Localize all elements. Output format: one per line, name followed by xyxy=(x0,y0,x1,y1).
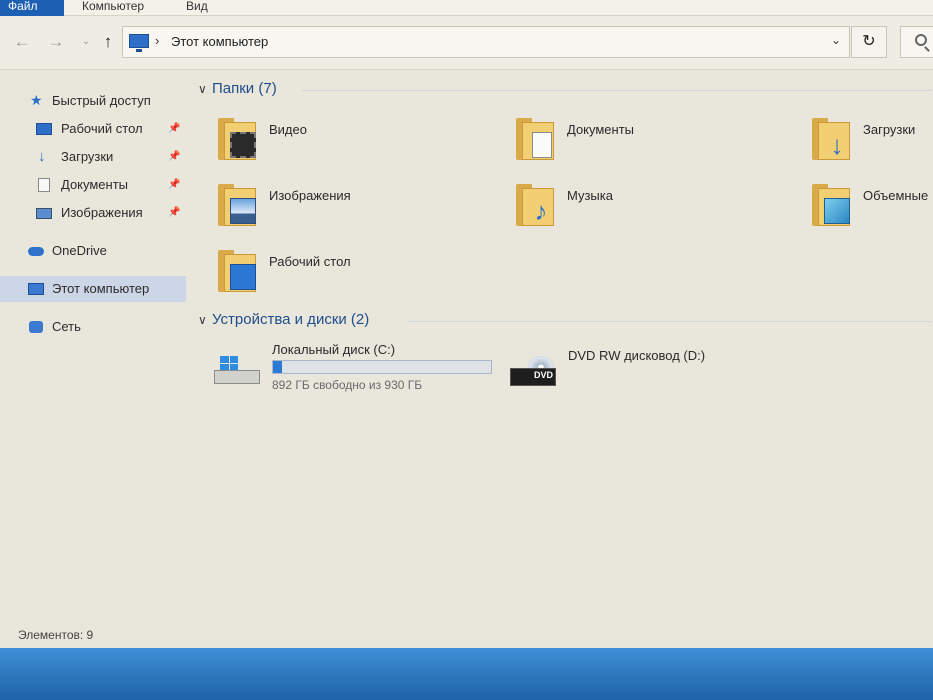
network-icon xyxy=(29,321,43,333)
refresh-button[interactable]: ↻ xyxy=(851,26,887,58)
nav-item-label: Изображения xyxy=(61,205,143,220)
forward-arrow-icon[interactable]: → xyxy=(46,32,66,52)
pin-icon: 📌 xyxy=(168,151,181,162)
folder-label: Документы xyxy=(567,122,635,137)
nav-item-downloads[interactable]: ↓ Загрузки 📌 xyxy=(0,144,186,170)
navigation-pane: ★ Быстрый доступ Рабочий стол 📌 ↓ Загруз… xyxy=(0,72,188,620)
pin-icon: 📌 xyxy=(168,207,181,218)
breadcrumb-separator-icon[interactable]: › xyxy=(155,33,159,48)
status-bar: Элементов: 9 xyxy=(0,624,933,646)
recent-locations-chevron-icon[interactable]: ⌄ xyxy=(76,32,96,52)
folder-label: Объемные xyxy=(863,188,929,203)
folder-3d-objects[interactable]: Объемные xyxy=(808,182,933,238)
refresh-icon: ↻ xyxy=(862,33,876,50)
folder-downloads[interactable]: ↓ Загрузки xyxy=(808,116,933,172)
folder-label: Видео xyxy=(269,122,307,137)
folder-documents[interactable]: Документы xyxy=(512,116,802,172)
nav-network[interactable]: Сеть xyxy=(0,314,186,340)
documents-folder-icon xyxy=(512,116,556,162)
nav-network-label: Сеть xyxy=(52,319,81,334)
this-pc-icon xyxy=(28,283,44,295)
music-folder-icon: ♪ xyxy=(512,182,556,228)
chevron-down-icon: ∨ xyxy=(198,82,207,96)
group-divider xyxy=(302,90,932,91)
desktop-folder-icon xyxy=(214,248,258,294)
nav-item-label: Рабочий стол xyxy=(61,121,143,136)
drive-d-label: DVD RW дисковод (D:) xyxy=(568,348,706,363)
star-icon: ★ xyxy=(30,92,43,108)
dvd-badge: DVD xyxy=(534,370,554,380)
folders-group-header[interactable]: ∨ Папки (7) xyxy=(198,78,277,100)
this-pc-icon xyxy=(129,34,149,52)
pictures-folder-icon xyxy=(214,182,258,228)
nav-quick-access[interactable]: ★ Быстрый доступ xyxy=(0,88,186,114)
navigation-toolbar: ← → ⌄ ↑ › Этот компьютер ⌄ ↻ xyxy=(0,16,933,70)
onedrive-cloud-icon xyxy=(28,247,44,256)
drive-c-usage-bar xyxy=(272,360,492,374)
nav-this-pc-label: Этот компьютер xyxy=(52,281,150,296)
back-arrow-icon[interactable]: ← xyxy=(12,32,32,52)
nav-quick-access-label: Быстрый доступ xyxy=(52,93,151,108)
drives-group-header[interactable]: ∨ Устройства и диски (2) xyxy=(198,309,369,331)
videos-folder-icon xyxy=(214,116,258,162)
drive-c[interactable]: Локальный диск (C:) 892 ГБ свободно из 9… xyxy=(212,342,512,394)
folder-label: Загрузки xyxy=(863,122,916,137)
chevron-down-icon: ∨ xyxy=(198,313,207,327)
folders-group-title: Папки (7) xyxy=(212,80,277,97)
address-bar[interactable]: › Этот компьютер ⌄ xyxy=(122,26,850,58)
folder-desktop[interactable]: Рабочий стол xyxy=(214,248,504,304)
3d-objects-folder-icon xyxy=(808,182,852,228)
tab-computer[interactable]: Компьютер xyxy=(74,0,152,16)
nav-item-label: Загрузки xyxy=(61,149,114,164)
status-item-count: Элементов: 9 xyxy=(18,628,94,642)
nav-onedrive[interactable]: OneDrive xyxy=(0,238,186,264)
downloads-icon: ↓ xyxy=(38,148,46,165)
desktop-icon xyxy=(36,123,52,135)
drive-c-usage-fill xyxy=(273,361,282,373)
pin-icon: 📌 xyxy=(168,123,181,134)
drives-group-title: Устройства и диски (2) xyxy=(212,311,370,328)
drive-c-free-space: 892 ГБ свободно из 930 ГБ xyxy=(272,378,423,392)
windows-drive-icon xyxy=(212,356,262,386)
folder-pictures[interactable]: Изображения xyxy=(214,182,504,238)
windows-logo-icon xyxy=(220,356,238,370)
documents-icon xyxy=(38,178,50,192)
content-pane: ∨ Папки (7) Видео Документы ↓ Загрузки Из… xyxy=(190,72,933,620)
nav-onedrive-label: OneDrive xyxy=(52,243,107,258)
ribbon-tabs: Файл Компьютер Вид xyxy=(0,0,933,16)
folder-label: Рабочий стол xyxy=(269,254,351,269)
folder-music[interactable]: ♪ Музыка xyxy=(512,182,802,238)
dvd-drive-icon: DVD xyxy=(508,356,558,386)
nav-item-pictures[interactable]: Изображения 📌 xyxy=(0,200,186,226)
breadcrumb-this-pc[interactable]: Этот компьютер xyxy=(171,34,268,49)
drive-c-label: Локальный диск (C:) xyxy=(272,342,396,357)
folder-label: Изображения xyxy=(269,188,351,203)
group-divider xyxy=(408,321,932,322)
address-dropdown-icon[interactable]: ⌄ xyxy=(831,33,841,47)
folder-videos[interactable]: Видео xyxy=(214,116,504,172)
nav-item-documents[interactable]: Документы 📌 xyxy=(0,172,186,198)
downloads-folder-icon: ↓ xyxy=(808,116,852,162)
up-arrow-icon[interactable]: ↑ xyxy=(98,32,118,52)
pictures-icon xyxy=(36,208,52,219)
tab-file[interactable]: Файл xyxy=(0,0,64,16)
drive-d[interactable]: DVD DVD RW дисковод (D:) xyxy=(508,342,768,394)
search-icon xyxy=(915,34,927,46)
tab-view[interactable]: Вид xyxy=(178,0,216,16)
nav-item-label: Документы xyxy=(61,177,129,192)
nav-this-pc[interactable]: Этот компьютер xyxy=(0,276,186,302)
taskbar xyxy=(0,648,933,700)
folder-label: Музыка xyxy=(567,188,613,203)
pin-icon: 📌 xyxy=(168,179,181,190)
search-box[interactable] xyxy=(900,26,933,58)
nav-item-desktop[interactable]: Рабочий стол 📌 xyxy=(0,116,186,142)
